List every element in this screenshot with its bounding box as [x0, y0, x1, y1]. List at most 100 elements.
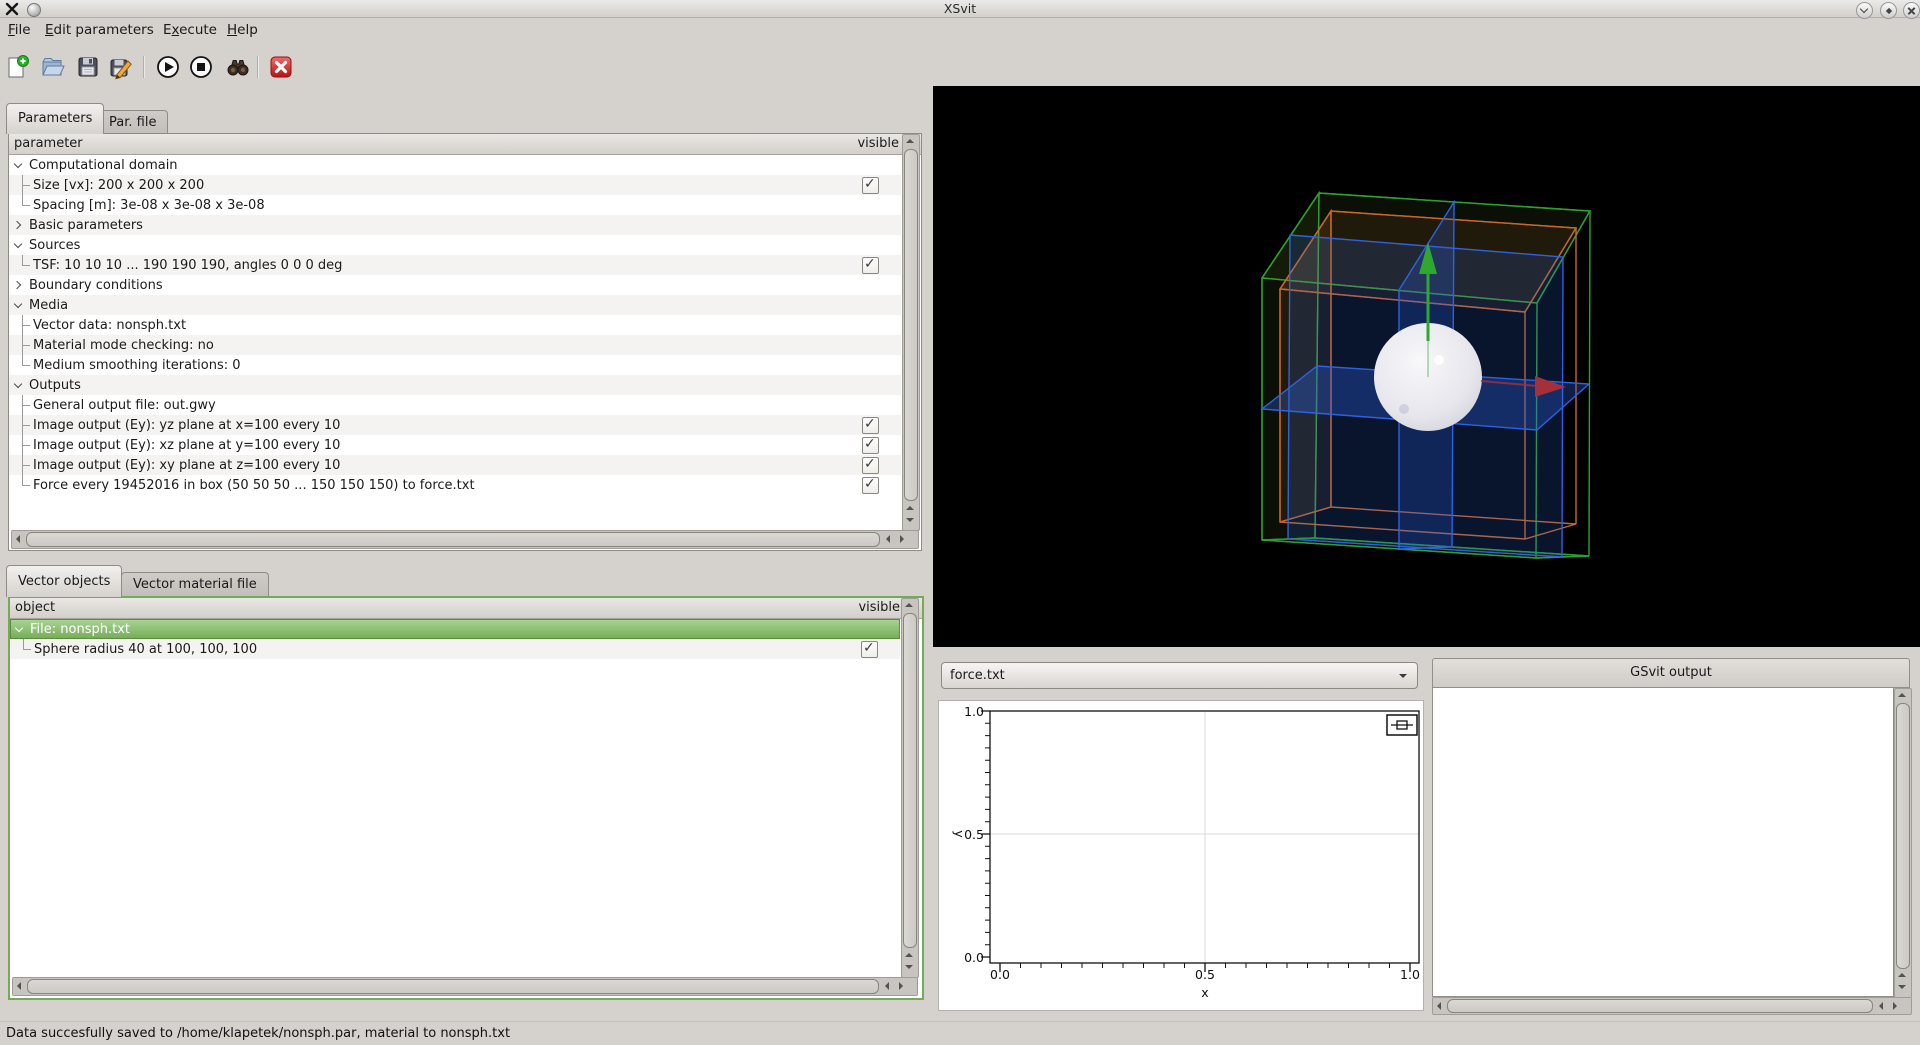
new-file-button[interactable] [4, 54, 30, 80]
quit-button[interactable] [268, 54, 294, 80]
expander-icon[interactable] [12, 238, 24, 252]
expander-icon[interactable] [12, 298, 24, 312]
tree-row[interactable]: Image output (Ey): xy plane at z=100 eve… [9, 455, 901, 475]
scroll-up-icon[interactable] [905, 603, 913, 607]
visible-checkbox[interactable] [862, 256, 879, 274]
visible-checkbox[interactable] [862, 176, 879, 194]
run-button[interactable] [155, 54, 181, 80]
expander-icon[interactable] [12, 278, 24, 292]
scrollbar-thumb[interactable] [27, 979, 879, 994]
scroll-right-icon[interactable] [1893, 1002, 1897, 1010]
column-visible[interactable]: visible [857, 134, 899, 154]
column-object[interactable]: object [10, 600, 55, 615]
menu-item[interactable]: File [8, 17, 31, 43]
scroll-left-icon[interactable] [1437, 1002, 1441, 1010]
tree-row[interactable]: Size [vx]: 200 x 200 x 200 [9, 175, 901, 195]
visible-checkbox[interactable] [862, 436, 879, 454]
scrollbar-thumb[interactable] [1447, 999, 1873, 1013]
menu-item[interactable]: Execute [163, 17, 217, 43]
tree-row[interactable]: Image output (Ey): xz plane at y=100 eve… [9, 435, 901, 455]
scrollbar-thumb[interactable] [904, 149, 918, 501]
scroll-left-icon[interactable] [16, 535, 20, 543]
tree-row[interactable]: Sphere radius 40 at 100, 100, 100 [10, 639, 900, 659]
stop-button[interactable] [188, 54, 214, 80]
tree-row[interactable]: File: nonsph.txt [10, 619, 900, 639]
visible-checkbox[interactable] [862, 456, 879, 474]
tab-vector-objects[interactable]: Vector objects [6, 565, 123, 597]
scroll-left-icon[interactable] [17, 982, 21, 990]
parameters-hscrollbar[interactable] [11, 530, 919, 549]
scroll-up-icon[interactable] [906, 139, 914, 143]
vector-objects-hscrollbar[interactable] [12, 977, 918, 996]
xsvit-window: XSvit File Edit parameters Execute Help [0, 0, 1920, 1045]
expander-icon[interactable] [12, 158, 24, 172]
find-button[interactable] [225, 54, 251, 80]
tree-row[interactable]: Spacing [m]: 3e-08 x 3e-08 x 3e-08 [9, 195, 901, 215]
expander-icon[interactable] [12, 378, 24, 392]
scrollbar-thumb[interactable] [26, 532, 880, 547]
scroll-up-icon[interactable] [1898, 693, 1906, 697]
scroll-left-icon[interactable] [1879, 1002, 1883, 1010]
save-as-button[interactable] [108, 54, 134, 80]
menu-item[interactable]: Help [227, 17, 258, 43]
tree-row[interactable]: Sources [9, 235, 901, 255]
column-visible[interactable]: visible [858, 598, 900, 618]
tree-connector [19, 395, 31, 415]
tree-row[interactable]: Basic parameters [9, 215, 901, 235]
tree-row[interactable]: Image output (Ey): yz plane at x=100 eve… [9, 415, 901, 435]
column-parameter[interactable]: parameter [9, 136, 83, 151]
scroll-down-icon[interactable] [906, 518, 914, 522]
graph-source-select[interactable]: force.txt [941, 662, 1418, 689]
scroll-up-icon[interactable] [906, 506, 914, 510]
tree-row[interactable]: Force every 19452016 in box (50 50 50 ..… [9, 475, 901, 495]
3d-viewport[interactable] [933, 86, 1920, 647]
scroll-up-icon[interactable] [905, 953, 913, 957]
xtick-05: 0.5 [1195, 967, 1215, 982]
graph-panel[interactable]: 1.0 0.5 0.0 0.0 0.5 1.0 x y [938, 700, 1424, 1011]
tree-row[interactable]: Medium smoothing iterations: 0 [9, 355, 901, 375]
tree-column-header[interactable]: object visible [10, 598, 922, 619]
scroll-left-icon[interactable] [885, 982, 889, 990]
tree-row[interactable]: General output file: out.gwy [9, 395, 901, 415]
tree-row-label: General output file: out.gwy [33, 397, 216, 413]
menu-item[interactable]: Edit parameters [45, 17, 154, 43]
tree-row[interactable]: Media [9, 295, 901, 315]
output-hscrollbar[interactable] [1432, 997, 1912, 1015]
expander-icon[interactable] [12, 218, 24, 232]
tab-par-file[interactable]: Par. file [97, 110, 169, 134]
save-file-button[interactable] [75, 54, 101, 80]
tab-vector-material-file[interactable]: Vector material file [121, 572, 269, 597]
tree-row[interactable]: Computational domain [9, 155, 901, 175]
visible-checkbox[interactable] [862, 476, 879, 494]
visible-checkbox[interactable] [861, 640, 878, 658]
titlebar[interactable]: XSvit [0, 0, 1920, 19]
tree-column-header[interactable]: parameter visible [9, 134, 921, 155]
tree-row[interactable]: Material mode checking: no [9, 335, 901, 355]
gsvit-output-console[interactable] [1432, 687, 1894, 997]
toolbar-separator [257, 56, 259, 78]
visible-checkbox[interactable] [862, 416, 879, 434]
tree-row[interactable]: Vector data: nonsph.txt [9, 315, 901, 335]
parameters-vscrollbar[interactable] [902, 134, 920, 531]
graph-key-icon[interactable] [1386, 714, 1418, 736]
scroll-down-icon[interactable] [905, 965, 913, 969]
scroll-up-icon[interactable] [1898, 973, 1906, 977]
tree-row[interactable]: Outputs [9, 375, 901, 395]
tree-row[interactable]: Boundary conditions [9, 275, 901, 295]
xtick-1: 1.0 [1400, 967, 1420, 982]
tree-row[interactable]: TSF: 10 10 10 ... 190 190 190, angles 0 … [9, 255, 901, 275]
graph-source-value: force.txt [950, 668, 1005, 683]
open-file-button[interactable] [39, 54, 65, 80]
output-vscrollbar[interactable] [1894, 688, 1912, 998]
gsvit-output-title: GSvit output [1630, 665, 1712, 680]
tab-parameters[interactable]: Parameters [6, 103, 105, 134]
vector-objects-vscrollbar[interactable] [901, 598, 919, 978]
scroll-right-icon[interactable] [900, 535, 904, 543]
scroll-right-icon[interactable] [899, 982, 903, 990]
expander-icon[interactable] [13, 622, 25, 636]
tree-row-label: Material mode checking: no [33, 337, 214, 353]
scroll-left-icon[interactable] [886, 535, 890, 543]
scrollbar-thumb[interactable] [1896, 703, 1910, 969]
scroll-down-icon[interactable] [1898, 985, 1906, 989]
scrollbar-thumb[interactable] [903, 613, 917, 948]
